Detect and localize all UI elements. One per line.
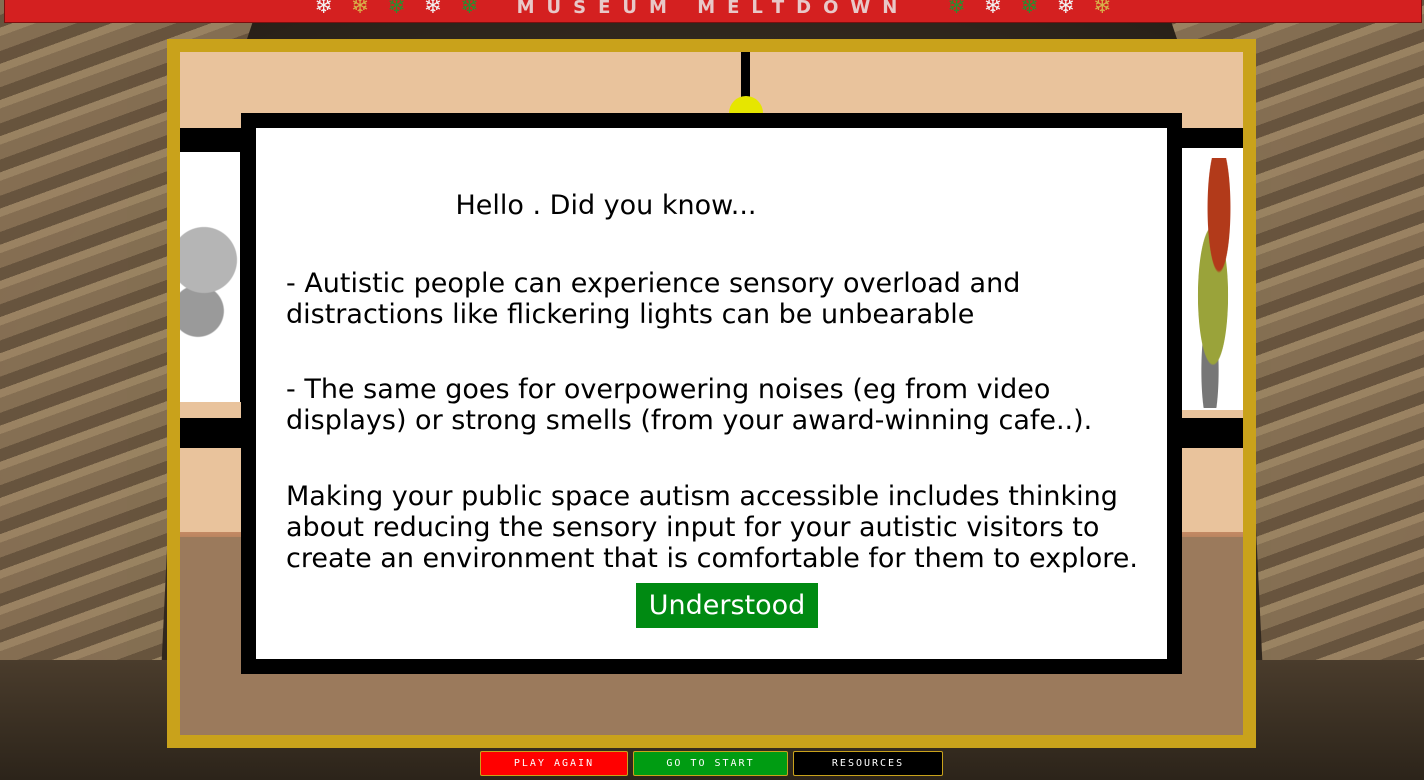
snowflake-icon: ❄ bbox=[314, 0, 333, 19]
snowflake-icon: ❄ bbox=[1056, 0, 1076, 19]
top-banner: ❄ ❄ ❄ ❄ ❄ MUSEUM MELTDOWN ❄ ❄ ❄ ❄ ❄ bbox=[4, 0, 1422, 23]
dinosaur-sprite bbox=[180, 192, 240, 362]
dialog-title: Hello . Did you know... bbox=[455, 190, 757, 221]
fact-sensory-overload: - Autistic people can experience sensory… bbox=[286, 268, 1021, 330]
go-to-start-button[interactable]: GO TO START bbox=[633, 751, 788, 776]
lamp-cord bbox=[741, 52, 750, 102]
fact-noises-smells: - The same goes for overpowering noises … bbox=[286, 374, 1093, 436]
dinosaur-exhibit-left bbox=[180, 152, 246, 402]
game-title: MUSEUM MELTDOWN bbox=[516, 0, 910, 18]
snowflake-icon: ❄ bbox=[350, 0, 370, 19]
snowflake-icon: ❄ bbox=[387, 0, 406, 19]
snowflake-icon: ❄ bbox=[423, 0, 443, 19]
info-dialog-body: Hello . Did you know... - Autistic peopl… bbox=[256, 128, 1167, 659]
snowflake-icon: ❄ bbox=[947, 0, 966, 19]
understood-button[interactable]: Understood bbox=[636, 583, 818, 628]
dinosaur-exhibit-right bbox=[1172, 148, 1243, 410]
snowflake-icon: ❄ bbox=[983, 0, 1003, 19]
accessibility-advice: Making your public space autism accessib… bbox=[286, 481, 1138, 574]
snowflake-icon: ❄ bbox=[1093, 0, 1112, 19]
resources-button[interactable]: RESOURCES bbox=[793, 751, 943, 776]
play-again-button[interactable]: PLAY AGAIN bbox=[480, 751, 628, 776]
snowflake-icon: ❄ bbox=[1020, 0, 1039, 19]
snowflake-icon: ❄ bbox=[460, 0, 479, 19]
info-dialog: Hello . Did you know... - Autistic peopl… bbox=[241, 113, 1182, 674]
dinosaur-sprite bbox=[1183, 158, 1243, 408]
